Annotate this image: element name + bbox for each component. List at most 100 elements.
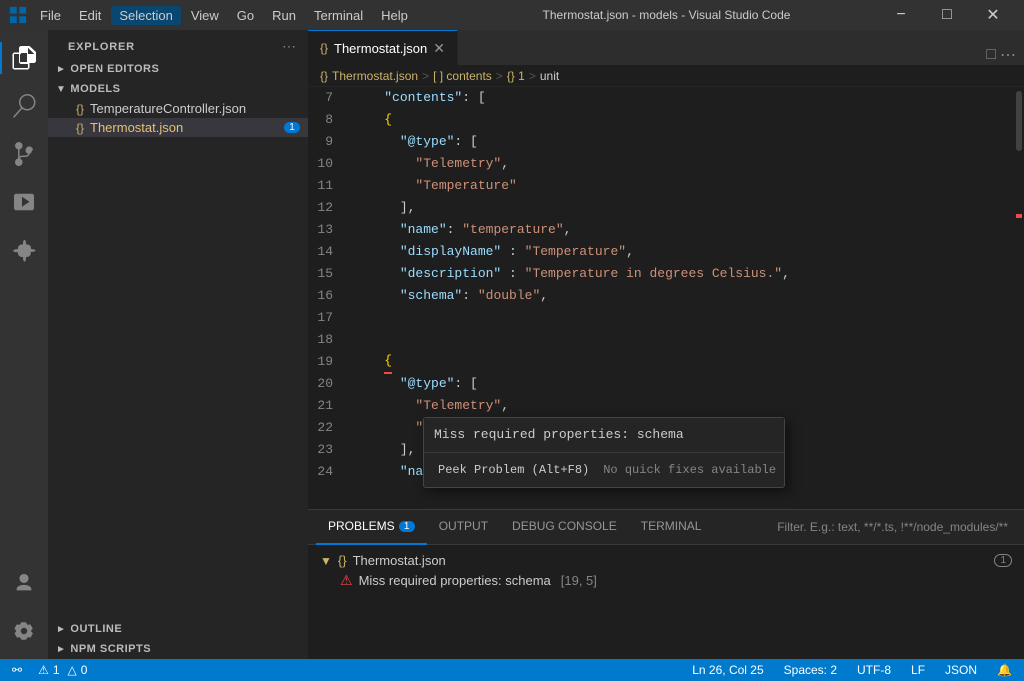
breadcrumb-sep-2: > bbox=[496, 69, 503, 83]
editor-container: 7 8 9 10 11 12 13 14 15 16 17 18 19 20 2… bbox=[308, 87, 1024, 659]
menu-view[interactable]: View bbox=[183, 6, 227, 25]
problem-group-header[interactable]: ▼ {} Thermostat.json 1 bbox=[316, 551, 1016, 570]
notifications-button[interactable]: 🔔 bbox=[993, 659, 1016, 681]
tab-bar-actions: □ ⋯ bbox=[978, 45, 1024, 65]
activity-icon-settings[interactable] bbox=[0, 607, 48, 655]
line-num-21: 21 bbox=[308, 395, 345, 417]
code-editor[interactable]: 7 8 9 10 11 12 13 14 15 16 17 18 19 20 2… bbox=[308, 87, 1024, 509]
activity-bar bbox=[0, 30, 48, 659]
panel-tab-terminal[interactable]: TERMINAL bbox=[629, 510, 714, 545]
problems-badge: 1 bbox=[399, 521, 415, 532]
line-num-16: 16 bbox=[308, 285, 345, 307]
file-item-temperature-controller[interactable]: {} TemperatureController.json bbox=[48, 99, 308, 118]
code-line-14: "displayName" : "Temperature", bbox=[353, 241, 1014, 263]
sidebar-more-button[interactable]: ⋯ bbox=[282, 38, 296, 55]
tab-close-button[interactable]: ✕ bbox=[433, 40, 445, 57]
editor-scrollbar[interactable] bbox=[1014, 87, 1024, 509]
activity-icon-account[interactable] bbox=[0, 559, 48, 607]
git-branch-button[interactable]: ⚯ bbox=[8, 659, 26, 681]
scrollbar-error-indicator bbox=[1016, 214, 1022, 218]
file-item-thermostat[interactable]: {} Thermostat.json 1 bbox=[48, 118, 308, 137]
models-section: ▼ Models {} TemperatureController.json {… bbox=[48, 79, 308, 137]
errors-button[interactable]: ⚠ 1 △ 0 bbox=[34, 659, 91, 681]
activity-icon-run[interactable] bbox=[0, 178, 48, 226]
breadcrumb-sep-1: > bbox=[422, 69, 429, 83]
line-num-23: 23 bbox=[308, 439, 345, 461]
problem-group-chevron: ▼ bbox=[320, 554, 332, 568]
open-editors-chevron: ► bbox=[56, 64, 66, 75]
breadcrumb-file[interactable]: Thermostat.json bbox=[332, 69, 418, 83]
file-name-active: Thermostat.json bbox=[90, 120, 183, 135]
breadcrumb-sep-3: > bbox=[529, 69, 536, 83]
close-button[interactable]: ✕ bbox=[970, 0, 1016, 30]
split-editor-button[interactable]: □ bbox=[986, 46, 996, 64]
panel-tab-output[interactable]: OUTPUT bbox=[427, 510, 500, 545]
menu-selection[interactable]: Selection bbox=[111, 6, 180, 25]
outline-section: ► Outline ► NPM Scripts bbox=[48, 619, 308, 659]
line-numbers: 7 8 9 10 11 12 13 14 15 16 17 18 19 20 2… bbox=[308, 87, 353, 509]
line-num-19: 19 bbox=[308, 351, 345, 373]
breadcrumb-unit[interactable]: unit bbox=[540, 69, 559, 83]
activity-icon-files[interactable] bbox=[0, 34, 48, 82]
encoding-button[interactable]: UTF-8 bbox=[853, 659, 895, 681]
language-mode-button[interactable]: JSON bbox=[941, 659, 981, 681]
problems-tab-label: PROBLEMS bbox=[328, 519, 395, 533]
line-ending-button[interactable]: LF bbox=[907, 659, 929, 681]
file-error-badge: 1 bbox=[284, 122, 300, 133]
outline-header[interactable]: ► Outline bbox=[48, 619, 308, 639]
bell-icon: 🔔 bbox=[997, 663, 1012, 677]
panel-area: PROBLEMS 1 OUTPUT DEBUG CONSOLE TERMINAL… bbox=[308, 509, 1024, 659]
problem-item-schema[interactable]: ⚠ Miss required properties: schema [19, … bbox=[316, 570, 1016, 591]
tab-thermostat[interactable]: {} Thermostat.json ✕ bbox=[308, 30, 458, 65]
tab-file-icon: {} bbox=[320, 41, 328, 55]
breadcrumb-contents[interactable]: [ ] contents bbox=[433, 69, 492, 83]
line-num-15: 15 bbox=[308, 263, 345, 285]
app-body: Explorer ⋯ ► Open Editors ▼ Models {} Te… bbox=[0, 30, 1024, 659]
scrollbar-thumb[interactable] bbox=[1016, 91, 1022, 151]
line-num-10: 10 bbox=[308, 153, 345, 175]
menu-terminal[interactable]: Terminal bbox=[306, 6, 371, 25]
line-num-7: 7 bbox=[308, 87, 345, 109]
models-label: Models bbox=[70, 83, 120, 95]
line-num-14: 14 bbox=[308, 241, 345, 263]
line-num-17: 17 bbox=[308, 307, 345, 329]
panel-tab-problems[interactable]: PROBLEMS 1 bbox=[316, 510, 427, 545]
problem-message: Miss required properties: schema bbox=[359, 573, 551, 588]
warning-count: 0 bbox=[81, 663, 88, 677]
peek-problem-button[interactable]: Peek Problem (Alt+F8) bbox=[432, 457, 595, 483]
breadcrumb-index[interactable]: {} 1 bbox=[507, 69, 525, 83]
line-num-12: 12 bbox=[308, 197, 345, 219]
menu-run[interactable]: Run bbox=[264, 6, 304, 25]
panel-tab-debug-console[interactable]: DEBUG CONSOLE bbox=[500, 510, 629, 545]
code-line-17 bbox=[353, 307, 1014, 329]
menu-bar: File Edit Selection View Go Run Terminal… bbox=[32, 6, 455, 25]
more-actions-button[interactable]: ⋯ bbox=[1000, 45, 1016, 65]
line-num-20: 20 bbox=[308, 373, 345, 395]
npm-scripts-header[interactable]: ► NPM Scripts bbox=[48, 639, 308, 659]
problem-group-count: 1 bbox=[994, 554, 1012, 567]
minimize-button[interactable]: − bbox=[878, 0, 924, 30]
open-editors-header[interactable]: ► Open Editors bbox=[48, 59, 308, 79]
npm-chevron: ► bbox=[56, 644, 66, 655]
maximize-button[interactable]: □ bbox=[924, 0, 970, 30]
menu-file[interactable]: File bbox=[32, 6, 69, 25]
menu-edit[interactable]: Edit bbox=[71, 6, 109, 25]
models-header[interactable]: ▼ Models bbox=[48, 79, 308, 99]
activity-icon-source-control[interactable] bbox=[0, 130, 48, 178]
menu-help[interactable]: Help bbox=[373, 6, 416, 25]
indentation-button[interactable]: Spaces: 2 bbox=[780, 659, 841, 681]
tooltip-actions: Peek Problem (Alt+F8) No quick fixes ava… bbox=[424, 453, 784, 487]
line-ending-label: LF bbox=[911, 663, 925, 677]
code-line-8: { bbox=[353, 109, 1014, 131]
activity-icon-extensions[interactable] bbox=[0, 226, 48, 274]
json-file-icon: {} bbox=[76, 102, 84, 116]
no-quick-fixes-label: No quick fixes available bbox=[603, 459, 776, 481]
cursor-position[interactable]: Ln 26, Col 25 bbox=[688, 659, 767, 681]
activity-icon-search[interactable] bbox=[0, 82, 48, 130]
menu-go[interactable]: Go bbox=[229, 6, 262, 25]
problem-tooltip: Miss required properties: schema Peek Pr… bbox=[423, 417, 785, 488]
outline-label: Outline bbox=[70, 623, 122, 635]
code-content[interactable]: "contents": [ { "@type": [ "Telemetry", bbox=[353, 87, 1014, 509]
sidebar-actions: ⋯ bbox=[282, 38, 296, 55]
code-line-21: "Telemetry", bbox=[353, 395, 1014, 417]
